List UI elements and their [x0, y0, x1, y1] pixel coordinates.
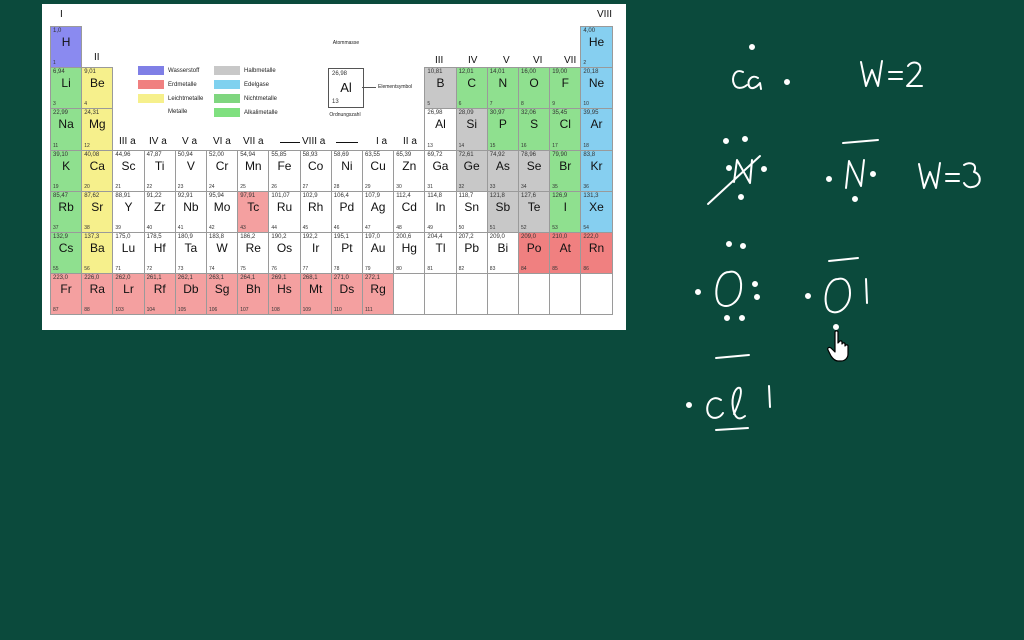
chalk-ca-valence: [860, 60, 923, 87]
lone-pair-bar: [768, 385, 771, 408]
electron-dot: [833, 324, 839, 330]
electron-dot: [723, 138, 729, 144]
chalk-n-valence: [918, 162, 981, 189]
lone-pair-bar: [842, 139, 879, 144]
electron-dot: [724, 315, 730, 321]
strike-through-line: [707, 155, 761, 205]
electron-dot: [761, 166, 767, 172]
chalk-ca-letters: [732, 70, 762, 90]
electron-dot: [738, 194, 744, 200]
electron-dot: [742, 136, 748, 142]
electron-dot: [739, 315, 745, 321]
electron-dot: [826, 176, 832, 182]
lone-pair-bar: [865, 278, 868, 304]
electron-dot: [805, 293, 811, 299]
chalk-drawing: [686, 44, 981, 431]
electron-dot: [740, 243, 746, 249]
electron-dot: [726, 165, 732, 171]
electron-dot: [686, 402, 692, 408]
chalk-o-letter: [715, 270, 743, 307]
lone-pair-bar: [715, 427, 749, 431]
chalk-o-bar-letter: [824, 277, 851, 314]
electron-dot: [749, 44, 755, 50]
lone-pair-bar: [715, 354, 750, 359]
chalkboard: I VIII II III IV V VI VII III a IV a V a…: [0, 0, 1024, 640]
chalk-n-letter: [845, 159, 865, 189]
electron-dot: [726, 241, 732, 247]
hand-pointer-icon: [827, 330, 849, 362]
electron-dot: [752, 281, 758, 287]
electron-dot: [695, 289, 701, 295]
electron-dot: [784, 79, 790, 85]
electron-dot: [754, 294, 760, 300]
lone-pair-bar: [828, 257, 859, 262]
electron-dot: [852, 196, 858, 202]
chalk-cl-letters: [706, 386, 746, 420]
electron-dot: [870, 171, 876, 177]
